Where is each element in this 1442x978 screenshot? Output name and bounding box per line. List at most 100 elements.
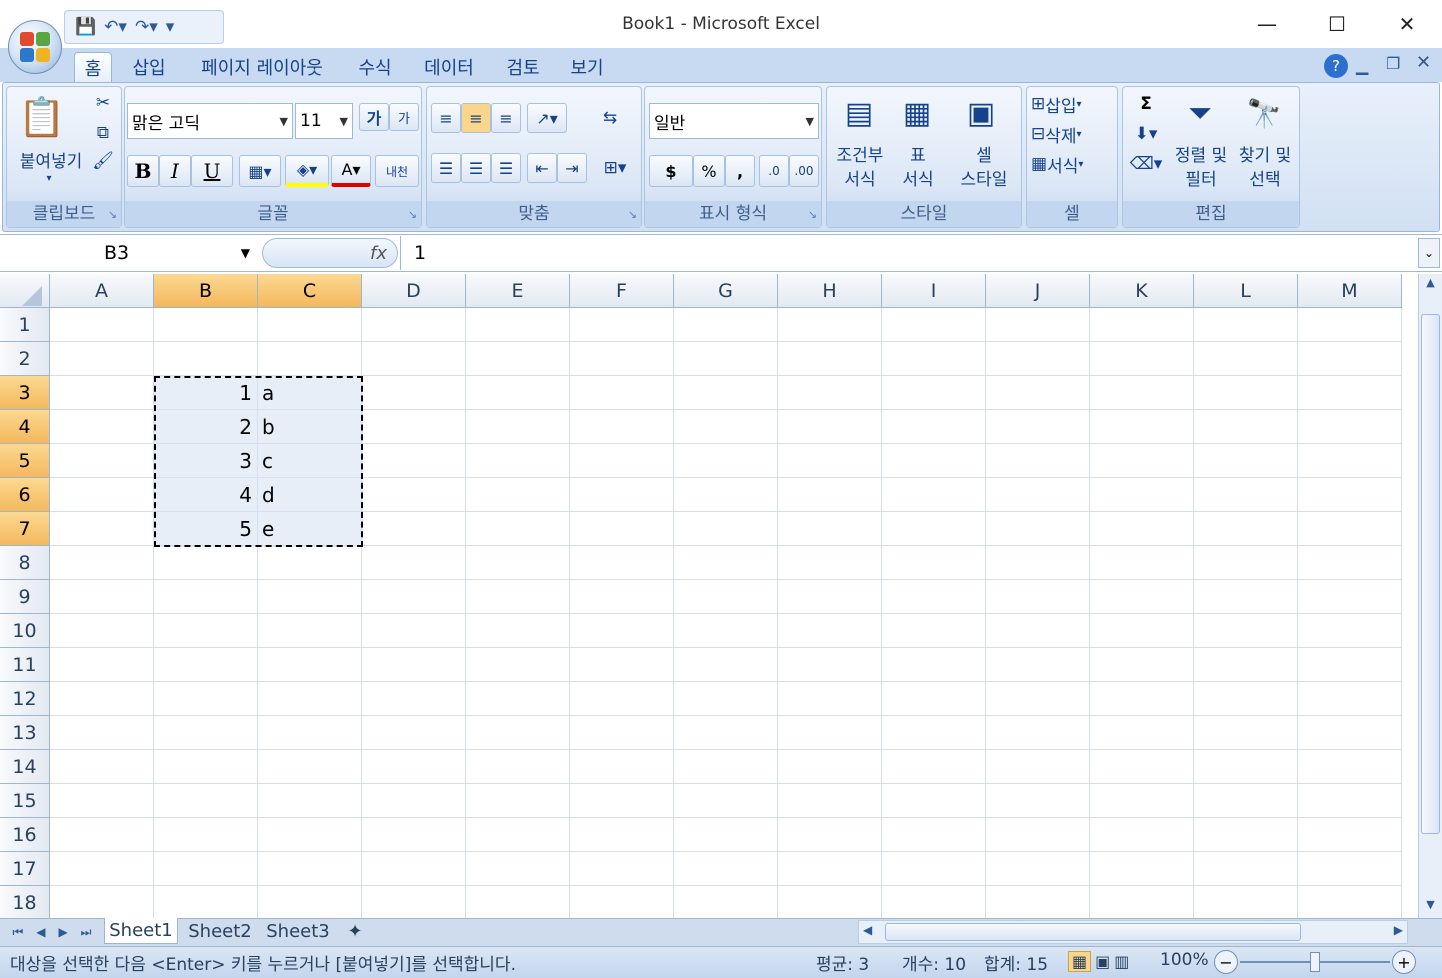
number-launcher-icon[interactable]: ↘	[808, 208, 817, 221]
conditional-format-icon[interactable]: ▤	[835, 89, 883, 137]
help-icon[interactable]: ?	[1324, 54, 1348, 78]
wrap-text-icon[interactable]: ⇆	[595, 103, 625, 133]
scroll-down-icon[interactable]: ▼	[1421, 898, 1440, 916]
find-select-label-1[interactable]: 찾기 및	[1231, 141, 1299, 166]
row-header-2[interactable]: 2	[0, 342, 50, 376]
row-header-15[interactable]: 15	[0, 784, 50, 818]
format-table-label-2[interactable]: 서식	[885, 165, 951, 190]
sort-filter-label-1[interactable]: 정렬 및	[1167, 141, 1235, 166]
row-header-14[interactable]: 14	[0, 750, 50, 784]
underline-button[interactable]: U	[191, 155, 233, 187]
page-layout-view-icon[interactable]: ▣	[1095, 952, 1110, 971]
font-name-combobox[interactable]: 맑은 고딕 ▼	[127, 103, 293, 139]
row-header-9[interactable]: 9	[0, 580, 50, 614]
row-header-16[interactable]: 16	[0, 818, 50, 852]
scroll-right-icon[interactable]: ▶	[1394, 923, 1403, 937]
normal-view-icon[interactable]: ▦	[1068, 950, 1092, 972]
find-select-icon[interactable]: 🔭	[1239, 89, 1289, 137]
minimize-button[interactable]: —	[1232, 0, 1302, 48]
paste-icon[interactable]: 📋	[18, 91, 65, 143]
select-all-corner[interactable]	[0, 274, 50, 308]
cell-b6[interactable]: 4	[154, 478, 252, 512]
worksheet-grid[interactable]: A B C D E F G H I J K L M 1 2 3 4 5 6 7 8 9 10 11 12 13 14 15 16 17 18…	[0, 274, 1418, 918]
zoom-out-icon[interactable]: −	[1214, 950, 1238, 974]
tab-insert[interactable]: 삽입	[124, 52, 174, 82]
conditional-format-label-2[interactable]: 서식	[827, 165, 893, 190]
vertical-scrollbar[interactable]: ▲ ▼	[1418, 274, 1442, 918]
increase-decimal-icon[interactable]: .0	[759, 155, 789, 187]
maximize-button[interactable]: ☐	[1302, 0, 1372, 48]
undo-icon[interactable]: ↶▾	[104, 17, 127, 37]
vertical-scroll-thumb[interactable]	[1421, 314, 1440, 834]
tab-page-layout[interactable]: 페이지 레이아웃	[188, 52, 336, 82]
row-header-3[interactable]: 3	[0, 376, 50, 410]
conditional-format-label-1[interactable]: 조건부	[827, 141, 893, 166]
office-button[interactable]	[8, 20, 62, 74]
column-header-j[interactable]: J	[986, 274, 1090, 308]
font-launcher-icon[interactable]: ↘	[408, 208, 417, 221]
percent-button[interactable]: %	[693, 155, 725, 187]
clipboard-launcher-icon[interactable]: ↘	[108, 208, 117, 221]
cell-c5[interactable]: c	[262, 444, 360, 478]
column-header-d[interactable]: D	[362, 274, 466, 308]
font-size-combobox[interactable]: 11 ▼	[295, 103, 353, 139]
tab-home[interactable]: 홈	[74, 52, 112, 82]
last-sheet-icon[interactable]: ⏭	[81, 925, 92, 940]
cell-styles-icon[interactable]: ▣	[957, 89, 1005, 137]
insert-function-button[interactable]: fx	[262, 238, 398, 268]
tab-review[interactable]: 검토	[496, 52, 550, 82]
autosum-button[interactable]: Σ	[1127, 91, 1165, 117]
align-bottom-icon[interactable]: ≡	[491, 103, 521, 133]
increase-indent-icon[interactable]: ⇥	[557, 153, 587, 183]
merge-center-icon[interactable]: ⊞▾	[593, 153, 637, 183]
cell-b4[interactable]: 2	[154, 410, 252, 444]
page-break-view-icon[interactable]: ▥	[1114, 952, 1129, 971]
doc-restore-icon[interactable]: ❐	[1386, 54, 1400, 73]
column-header-f[interactable]: F	[570, 274, 674, 308]
decrease-indent-icon[interactable]: ⇤	[527, 153, 557, 183]
grow-font-button[interactable]: 가	[359, 103, 389, 131]
column-header-c[interactable]: C	[258, 274, 362, 308]
font-color-icon[interactable]: A▾	[331, 155, 371, 187]
sort-filter-icon[interactable]: ⏷	[1175, 89, 1225, 137]
copy-icon[interactable]: ⧉	[91, 121, 115, 145]
row-header-11[interactable]: 11	[0, 648, 50, 682]
shrink-font-button[interactable]: 가	[389, 103, 419, 131]
italic-button[interactable]: I	[159, 155, 191, 187]
cell-c3[interactable]: a	[262, 376, 360, 410]
redo-icon[interactable]: ↷▾	[135, 17, 158, 37]
tab-formulas[interactable]: 수식	[348, 52, 402, 82]
tab-data[interactable]: 데이터	[414, 52, 484, 82]
column-header-e[interactable]: E	[466, 274, 570, 308]
row-header-17[interactable]: 17	[0, 852, 50, 886]
currency-button[interactable]: $	[649, 155, 693, 187]
cell-b3[interactable]: 1	[154, 376, 252, 410]
formula-input[interactable]: 1	[414, 238, 426, 268]
cell-c7[interactable]: e	[262, 512, 360, 546]
row-header-18[interactable]: 18	[0, 886, 50, 918]
comma-button[interactable]: ,	[725, 155, 755, 187]
sheet-tab-3[interactable]: Sheet3	[262, 918, 334, 944]
column-header-i[interactable]: I	[882, 274, 986, 308]
align-left-icon[interactable]: ☰	[431, 153, 461, 183]
insert-cells-button[interactable]: ⊞ 삽입 ▾	[1031, 91, 1115, 117]
sheet-nav-buttons[interactable]: ⏮ ◀ ▶ ⏭	[6, 922, 98, 942]
format-painter-icon[interactable]: 🖌	[91, 149, 115, 173]
align-right-icon[interactable]: ☰	[491, 153, 521, 183]
phonetic-button[interactable]: 내천	[375, 155, 419, 187]
borders-icon[interactable]: ▦▾	[239, 155, 281, 187]
column-header-g[interactable]: G	[674, 274, 778, 308]
name-box[interactable]: B3 ▼	[4, 238, 256, 268]
zoom-level[interactable]: 100%	[1160, 950, 1209, 970]
row-header-1[interactable]: 1	[0, 308, 50, 342]
alignment-launcher-icon[interactable]: ↘	[628, 208, 637, 221]
sheet-tab-1[interactable]: Sheet1	[104, 918, 178, 944]
tab-view[interactable]: 보기	[560, 52, 614, 82]
cut-icon[interactable]: ✂	[91, 91, 115, 115]
delete-cells-button[interactable]: ⊟ 삭제 ▾	[1031, 121, 1115, 147]
scroll-up-icon[interactable]: ▲	[1421, 276, 1440, 294]
column-header-k[interactable]: K	[1090, 274, 1194, 308]
fill-icon[interactable]: ⬇▾	[1127, 121, 1165, 147]
format-table-icon[interactable]: ▦	[893, 89, 941, 137]
format-table-label-1[interactable]: 표	[885, 141, 951, 166]
